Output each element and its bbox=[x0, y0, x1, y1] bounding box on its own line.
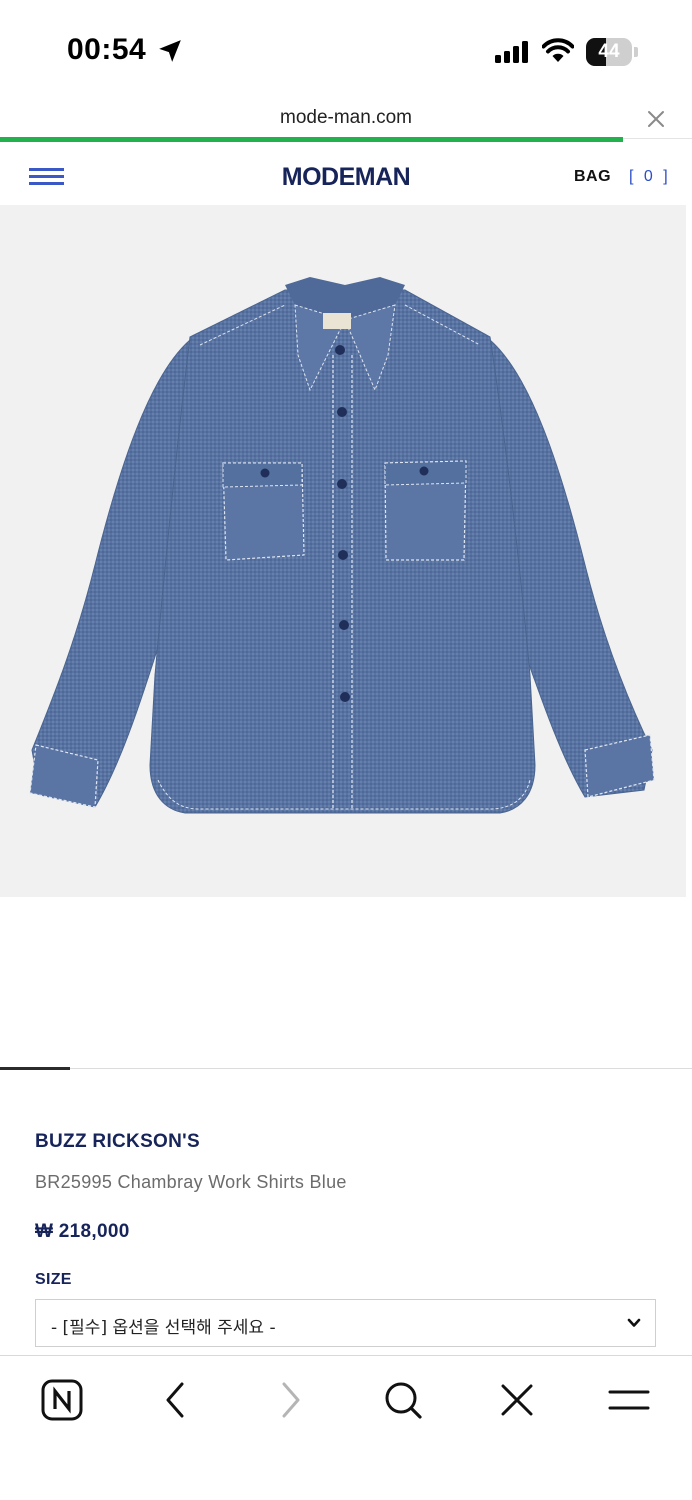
status-bar: 00:54 44 bbox=[0, 0, 692, 100]
product-image[interactable] bbox=[0, 205, 686, 897]
size-select[interactable]: - [필수] 옵션을 선택해 주세요 - bbox=[35, 1299, 656, 1347]
gallery-track bbox=[0, 1068, 692, 1069]
bag-link[interactable]: BAG bbox=[574, 168, 611, 186]
product-price: ₩ 218,000 bbox=[35, 1221, 130, 1242]
product-brand[interactable]: BUZZ RICKSON'S bbox=[35, 1131, 200, 1153]
cellular-signal-icon bbox=[495, 41, 528, 63]
location-arrow-icon bbox=[159, 40, 181, 62]
url-text: mode-man.com bbox=[280, 107, 412, 128]
gallery-indicator bbox=[0, 1067, 70, 1070]
size-select-value: - [필수] 옵션을 선택해 주세요 - bbox=[51, 1318, 276, 1338]
forward-icon[interactable] bbox=[268, 1378, 312, 1422]
load-progress-bar bbox=[0, 137, 623, 142]
menu-icon[interactable] bbox=[607, 1378, 651, 1422]
search-icon[interactable] bbox=[381, 1378, 425, 1422]
close-page-icon[interactable] bbox=[646, 109, 666, 129]
back-icon[interactable] bbox=[154, 1378, 198, 1422]
bag-count[interactable]: [ 0 ] bbox=[629, 168, 671, 186]
site-header: MODEMAN BAG [ 0 ] bbox=[0, 143, 692, 205]
battery-icon: 44 bbox=[586, 38, 638, 66]
close-icon[interactable] bbox=[495, 1378, 539, 1422]
naver-home-icon[interactable] bbox=[40, 1378, 84, 1422]
status-time: 00:54 bbox=[67, 33, 147, 66]
browser-toolbar bbox=[0, 1355, 692, 1500]
wifi-icon bbox=[542, 38, 574, 62]
size-label: SIZE bbox=[35, 1271, 72, 1288]
battery-level: 44 bbox=[598, 41, 620, 62]
shirt-illustration bbox=[29, 277, 655, 814]
chevron-down-icon bbox=[627, 1318, 641, 1327]
address-bar[interactable]: mode-man.com bbox=[0, 100, 692, 140]
product-name: BR25995 Chambray Work Shirts Blue bbox=[35, 1172, 347, 1192]
